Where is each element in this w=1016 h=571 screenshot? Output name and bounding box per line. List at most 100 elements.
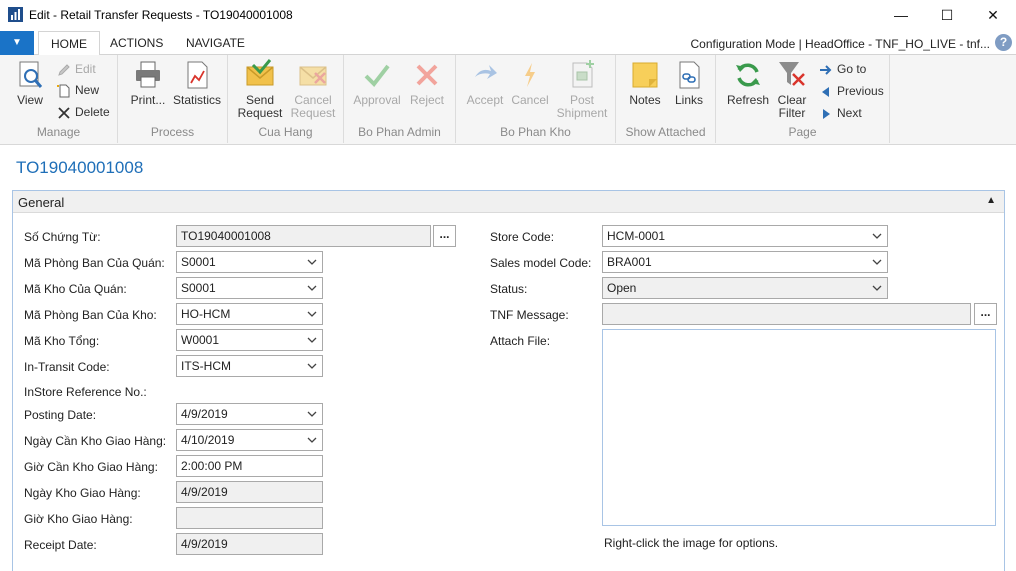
- ma-kho-cua-quan-select[interactable]: S0001: [176, 277, 323, 299]
- maximize-button[interactable]: ☐: [924, 2, 970, 28]
- go-to-arrow-icon: [820, 65, 832, 75]
- group-label-show-attached: Show Attached: [625, 125, 706, 139]
- send-request-button[interactable]: Send Request: [234, 59, 286, 120]
- collapse-chevron-up-icon[interactable]: ▲: [986, 195, 996, 206]
- tnf-message-field[interactable]: [602, 303, 971, 325]
- next-button[interactable]: Next: [818, 104, 862, 122]
- tab-actions[interactable]: ACTIONS: [98, 31, 175, 56]
- clear-filter-button[interactable]: Clear Filter: [772, 59, 812, 120]
- statistics-icon: [187, 61, 208, 89]
- chevron-down-icon: [307, 363, 317, 369]
- post-shipment-label-2: Shipment: [556, 106, 608, 120]
- statistics-button[interactable]: Statistics: [170, 59, 224, 107]
- ngay-kho-giao-hang-field[interactable]: 4/9/2019: [176, 481, 323, 503]
- kho-cancel-button[interactable]: Cancel: [508, 59, 552, 107]
- so-chung-tu-field[interactable]: TO19040001008: [176, 225, 431, 247]
- title-bar: Edit - Retail Transfer Requests - TO1904…: [0, 0, 1016, 30]
- ngay-can-kho-giao-hang-select[interactable]: 4/10/2019: [176, 429, 323, 451]
- approval-button[interactable]: Approval: [350, 59, 404, 107]
- file-menu-button[interactable]: ▼: [0, 31, 34, 55]
- chevron-down-icon: [872, 233, 882, 239]
- send-request-label-1: Send: [245, 93, 275, 107]
- group-bo-phan-admin: Approval Reject Bo Phan Admin: [344, 55, 456, 143]
- cancel-request-button[interactable]: Cancel Request: [286, 59, 340, 120]
- in-transit-code-select[interactable]: ITS-HCM: [176, 355, 323, 377]
- accept-button[interactable]: Accept: [462, 59, 508, 107]
- tab-home[interactable]: HOME: [38, 31, 100, 56]
- general-header[interactable]: General ▲: [13, 191, 1004, 213]
- chevron-down-icon: [307, 285, 317, 291]
- previous-button[interactable]: Previous: [818, 82, 884, 100]
- lightning-icon: [525, 63, 535, 87]
- links-button[interactable]: Links: [668, 59, 710, 107]
- label-store-code: Store Code:: [490, 230, 555, 244]
- store-code-value: HCM-0001: [607, 229, 666, 243]
- links-icon: [679, 61, 700, 89]
- gio-kho-giao-hang-field[interactable]: [176, 507, 323, 529]
- cancel-request-label-1: Cancel: [294, 93, 332, 107]
- tnf-message-assist-button[interactable]: ...: [974, 303, 997, 325]
- approval-label: Approval: [353, 93, 401, 107]
- clear-filter-label-1: Clear: [777, 93, 807, 107]
- store-code-select[interactable]: HCM-0001: [602, 225, 888, 247]
- ma-phong-ban-cua-kho-select[interactable]: HO-HCM: [176, 303, 323, 325]
- page-title: TO19040001008: [16, 158, 144, 177]
- so-chung-tu-assist-button[interactable]: ...: [433, 225, 456, 247]
- view-button[interactable]: View: [8, 59, 52, 107]
- new-button[interactable]: New: [56, 81, 99, 99]
- next-arrow-icon: [823, 108, 830, 119]
- app-icon: [8, 7, 23, 22]
- general-header-label: General: [18, 195, 65, 210]
- group-label-cua-hang: Cua Hang: [258, 125, 313, 139]
- posting-date-select[interactable]: 4/9/2019: [176, 403, 323, 425]
- group-cua-hang: Send Request Cancel Request Cua Hang: [228, 55, 344, 143]
- ma-phong-ban-cua-quan-select[interactable]: S0001: [176, 251, 323, 273]
- receipt-date-field[interactable]: 4/9/2019: [176, 533, 323, 555]
- group-label-bo-phan-kho: Bo Phan Kho: [500, 125, 571, 139]
- post-shipment-button[interactable]: Post Shipment: [552, 59, 612, 120]
- gio-can-kho-giao-hang-field[interactable]: 2:00:00 PM: [176, 455, 323, 477]
- label-ma-kho-tong: Mã Kho Tổng:: [24, 334, 100, 348]
- label-gio-kho-giao-hang: Giờ Kho Giao Hàng:: [24, 512, 133, 526]
- post-shipment-label-1: Post: [569, 93, 594, 107]
- notes-label: Notes: [629, 93, 661, 107]
- pencil-icon: [58, 64, 70, 76]
- label-ma-phong-ban-cua-kho: Mã Phòng Ban Của Kho:: [24, 308, 157, 322]
- accept-label: Accept: [466, 93, 504, 107]
- label-instore-reference-no: InStore Reference No.:: [24, 385, 147, 399]
- sales-model-code-select[interactable]: BRA001: [602, 251, 888, 273]
- label-ngay-kho-giao-hang: Ngày Kho Giao Hàng:: [24, 486, 141, 500]
- refresh-icon: [736, 63, 760, 87]
- edit-button[interactable]: Edit: [56, 60, 96, 78]
- group-bo-phan-kho: Accept Cancel Post Shipment Bo Phan Kho: [456, 55, 616, 143]
- print-button[interactable]: Print...: [128, 59, 168, 107]
- label-tnf-message: TNF Message:: [490, 308, 569, 322]
- previous-label: Previous: [837, 84, 884, 98]
- general-fasttab: General ▲ Số Chứng Từ: TO19040001008 ...…: [12, 190, 1005, 571]
- close-button[interactable]: ✕: [970, 2, 1016, 28]
- attach-file-hint: Right-click the image for options.: [604, 536, 779, 550]
- chevron-down-icon: [307, 437, 317, 443]
- clear-filter-label-2: Filter: [778, 106, 806, 120]
- tab-navigate[interactable]: NAVIGATE: [174, 31, 257, 56]
- notes-button[interactable]: Notes: [624, 59, 666, 107]
- attach-file-image-box[interactable]: [602, 329, 996, 526]
- help-icon[interactable]: ?: [995, 34, 1012, 51]
- label-posting-date: Posting Date:: [24, 408, 97, 422]
- delete-label: Delete: [75, 105, 110, 119]
- minimize-button[interactable]: —: [878, 2, 924, 28]
- refresh-button[interactable]: Refresh: [724, 59, 772, 107]
- ma-phong-ban-cua-quan-value: S0001: [181, 255, 216, 269]
- delete-button[interactable]: Delete: [56, 103, 110, 121]
- view-icon: [19, 61, 43, 88]
- reject-label: Reject: [409, 93, 444, 107]
- reject-button[interactable]: Reject: [406, 59, 448, 107]
- label-attach-file: Attach File:: [490, 334, 551, 348]
- next-label: Next: [837, 106, 862, 120]
- printer-icon: [136, 61, 160, 88]
- ma-kho-tong-select[interactable]: W0001: [176, 329, 323, 351]
- label-so-chung-tu: Số Chứng Từ:: [24, 230, 101, 244]
- go-to-button[interactable]: Go to: [818, 60, 866, 78]
- status-select[interactable]: Open: [602, 277, 888, 299]
- in-transit-code-value: ITS-HCM: [181, 359, 231, 373]
